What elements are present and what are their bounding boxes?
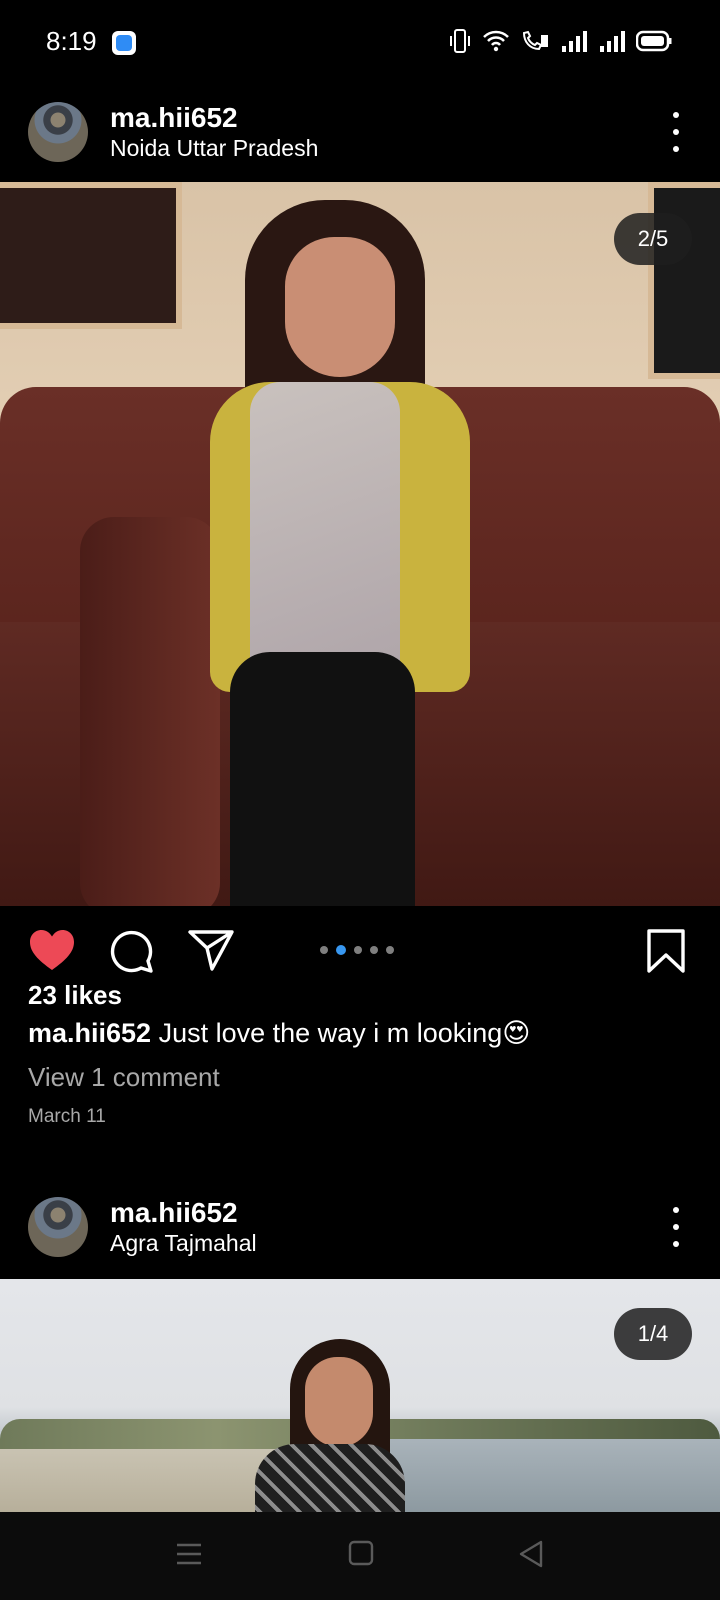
photo-person-face bbox=[305, 1357, 373, 1447]
status-icons bbox=[448, 28, 672, 54]
post-caption: ma.hii652 Just love the way i m looking😍 bbox=[28, 1018, 530, 1049]
image-counter: 2/5 bbox=[614, 213, 692, 265]
signal-1-icon bbox=[562, 31, 587, 52]
back-triangle-icon[interactable] bbox=[518, 1540, 544, 1568]
carousel-dot-active bbox=[336, 945, 346, 955]
image-counter: 1/4 bbox=[614, 1308, 692, 1360]
like-heart-icon[interactable] bbox=[28, 928, 76, 972]
save-bookmark-icon[interactable] bbox=[646, 928, 686, 974]
post-location[interactable]: Agra Tajmahal bbox=[110, 1230, 257, 1257]
post-image[interactable] bbox=[0, 1279, 720, 1512]
app-notification-icon bbox=[112, 31, 136, 55]
signal-2-icon bbox=[600, 31, 625, 52]
carousel-dot bbox=[370, 946, 378, 954]
volte-call-icon bbox=[522, 30, 548, 51]
post-location[interactable]: Noida Uttar Pradesh bbox=[110, 135, 318, 162]
carousel-dot bbox=[386, 946, 394, 954]
photo-sofa-arm bbox=[80, 517, 220, 906]
post-date: March 11 bbox=[28, 1106, 106, 1127]
vibrate-icon bbox=[450, 29, 470, 53]
photo-person-legs bbox=[230, 652, 415, 906]
carousel-indicator bbox=[320, 945, 394, 955]
share-send-icon[interactable] bbox=[188, 928, 234, 972]
photo-wall-frame bbox=[648, 182, 720, 379]
home-square-icon[interactable] bbox=[348, 1540, 374, 1566]
wifi-icon bbox=[483, 30, 509, 52]
battery-icon bbox=[636, 30, 672, 52]
menu-icon[interactable] bbox=[176, 1542, 202, 1566]
system-nav-bar bbox=[0, 1512, 720, 1600]
photo-wall-frame bbox=[0, 182, 182, 329]
avatar[interactable] bbox=[28, 1197, 88, 1257]
carousel-dot bbox=[354, 946, 362, 954]
carousel-dot bbox=[320, 946, 328, 954]
photo-person-face bbox=[285, 237, 395, 377]
more-options-icon[interactable] bbox=[664, 112, 688, 152]
caption-username[interactable]: ma.hii652 bbox=[28, 1018, 151, 1048]
comment-icon[interactable] bbox=[108, 928, 154, 974]
more-options-icon[interactable] bbox=[664, 1207, 688, 1247]
likes-count[interactable]: 23 likes bbox=[28, 980, 122, 1011]
status-time: 8:19 bbox=[46, 26, 97, 56]
caption-text: Just love the way i m looking😍 bbox=[158, 1018, 531, 1048]
view-comments-link[interactable]: View 1 comment bbox=[28, 1062, 220, 1093]
post-username[interactable]: ma.hii652 bbox=[110, 1197, 238, 1229]
avatar[interactable] bbox=[28, 102, 88, 162]
post-image[interactable] bbox=[0, 182, 720, 906]
photo-person-body bbox=[255, 1444, 405, 1512]
post-username[interactable]: ma.hii652 bbox=[110, 102, 238, 134]
